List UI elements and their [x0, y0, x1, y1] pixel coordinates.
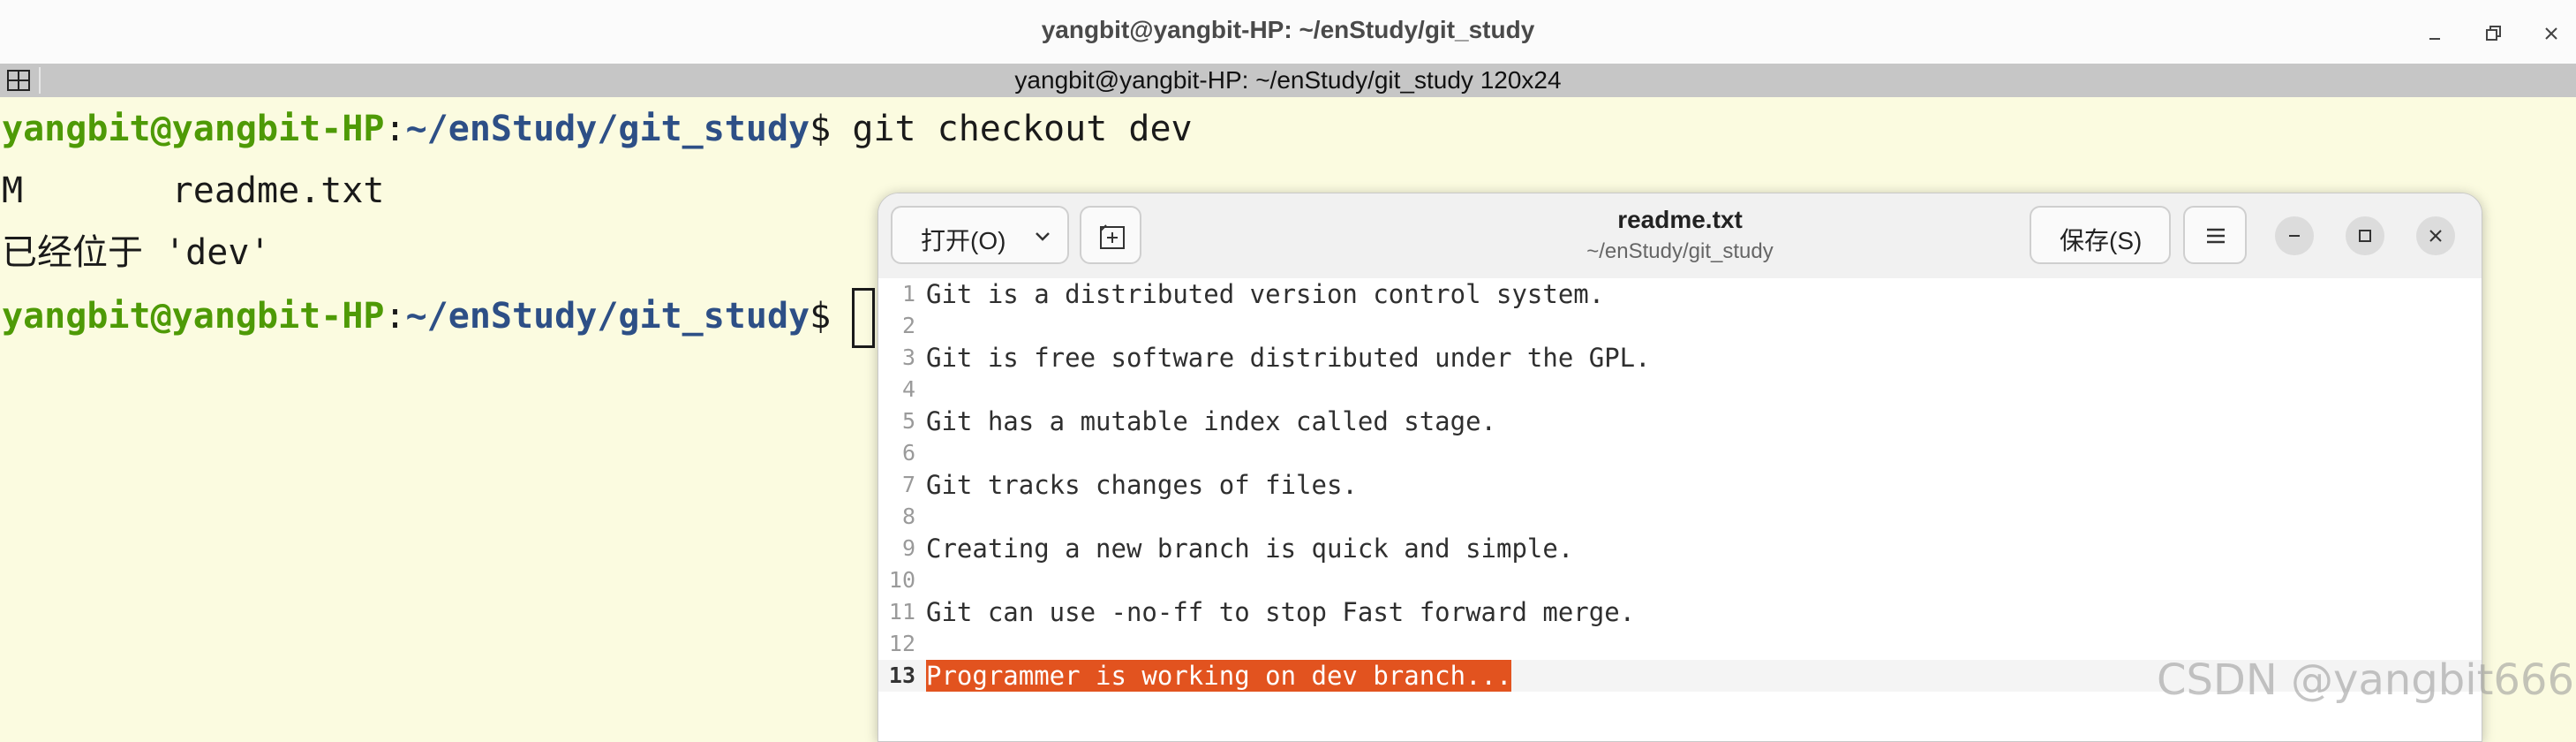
line-number: 4: [901, 376, 915, 402]
editor-line: 2: [878, 310, 2482, 342]
editor-line: 1 Git is a distributed version control s…: [878, 278, 2482, 310]
line-number: 3: [901, 344, 915, 370]
prompt-user: yangbit@yangbit-HP: [2, 296, 385, 337]
editor-line: 4: [878, 374, 2482, 405]
editor-line: 6: [878, 437, 2482, 469]
terminal-tab-title[interactable]: yangbit@yangbit-HP: ~/enStudy/git_study …: [0, 66, 2576, 95]
line-text: Git can use -no-ff to stop Fast forward …: [926, 597, 1636, 627]
line-number: 6: [901, 440, 915, 466]
restore-icon[interactable]: [2477, 18, 2509, 49]
minimize-icon: [2289, 235, 2300, 237]
terminal-line: yangbit@yangbit-HP:~/enStudy/git_study$: [2, 288, 876, 348]
save-button[interactable]: 保存(S): [2030, 206, 2171, 264]
terminal-window-title: yangbit@yangbit-HP: ~/enStudy/git_study: [1041, 16, 1535, 43]
prompt-colon: :: [384, 109, 406, 149]
editor-line: 9 Creating a new branch is quick and sim…: [878, 533, 2482, 564]
line-number: 5: [901, 408, 915, 434]
line-text: Git has a mutable index called stage.: [926, 406, 1497, 436]
prompt-path: ~/enStudy/git_study: [405, 296, 810, 337]
close-icon[interactable]: [2535, 18, 2567, 49]
editor-line: 3 Git is free software distributed under…: [878, 342, 2482, 374]
line-number: 11: [888, 599, 915, 625]
save-button-label: 保存(S): [2060, 227, 2143, 254]
editor-line: 5 Git has a mutable index called stage.: [878, 405, 2482, 437]
line-number: 1: [901, 281, 915, 307]
terminal-output-line: 已经位于 'dev': [2, 232, 271, 273]
prompt-colon: :: [384, 296, 406, 337]
menu-button[interactable]: [2183, 206, 2247, 264]
line-number: 8: [901, 504, 915, 529]
prompt-dollar: $: [810, 109, 853, 149]
line-number: 7: [901, 472, 915, 497]
hamburger-menu-icon: [2207, 228, 2225, 244]
editor-line: 10: [878, 564, 2482, 596]
editor-minimize-button[interactable]: [2275, 216, 2314, 255]
editor-line: 8: [878, 501, 2482, 533]
editor-close-button[interactable]: [2416, 216, 2455, 255]
terminal-titlebar[interactable]: yangbit@yangbit-HP: ~/enStudy/git_study: [0, 0, 2576, 64]
command-text: git checkout dev: [852, 109, 1193, 149]
terminal-output-line: M readme.txt: [2, 170, 385, 211]
terminal-line: yangbit@yangbit-HP:~/enStudy/git_study$ …: [2, 102, 1193, 155]
line-text: Git is a distributed version control sys…: [926, 279, 1605, 309]
prompt-dollar: $: [810, 296, 853, 337]
line-number: 9: [901, 535, 915, 561]
terminal-cursor: [852, 288, 876, 348]
line-number: 13: [888, 662, 915, 688]
line-text: Creating a new branch is quick and simpl…: [926, 534, 1574, 564]
watermark: CSDN @yangbit666: [2156, 655, 2574, 705]
maximize-icon: [2359, 230, 2371, 242]
terminal-tab-bar: yangbit@yangbit-HP: ~/enStudy/git_study …: [0, 64, 2576, 98]
line-number: 10: [888, 567, 915, 593]
line-text: Git tracks changes of files.: [926, 470, 1358, 500]
line-number: 12: [888, 631, 915, 656]
editor-headerbar[interactable]: 打开(O) readme.txt ~/enStudy/git_study 保存(…: [878, 193, 2482, 279]
prompt-path: ~/enStudy/git_study: [405, 109, 810, 149]
close-icon: [2429, 230, 2442, 242]
editor-line: 11 Git can use -no-ff to stop Fast forwa…: [878, 596, 2482, 628]
minimize-icon[interactable]: [2419, 18, 2451, 49]
line-number: 2: [901, 313, 915, 338]
editor-line: 7 Git tracks changes of files.: [878, 469, 2482, 501]
line-text: Git is free software distributed under t…: [926, 343, 1651, 373]
editor-maximize-button[interactable]: [2346, 216, 2384, 255]
prompt-user: yangbit@yangbit-HP: [2, 109, 385, 149]
selected-text[interactable]: Programmer is working on dev branch...: [926, 660, 1512, 692]
